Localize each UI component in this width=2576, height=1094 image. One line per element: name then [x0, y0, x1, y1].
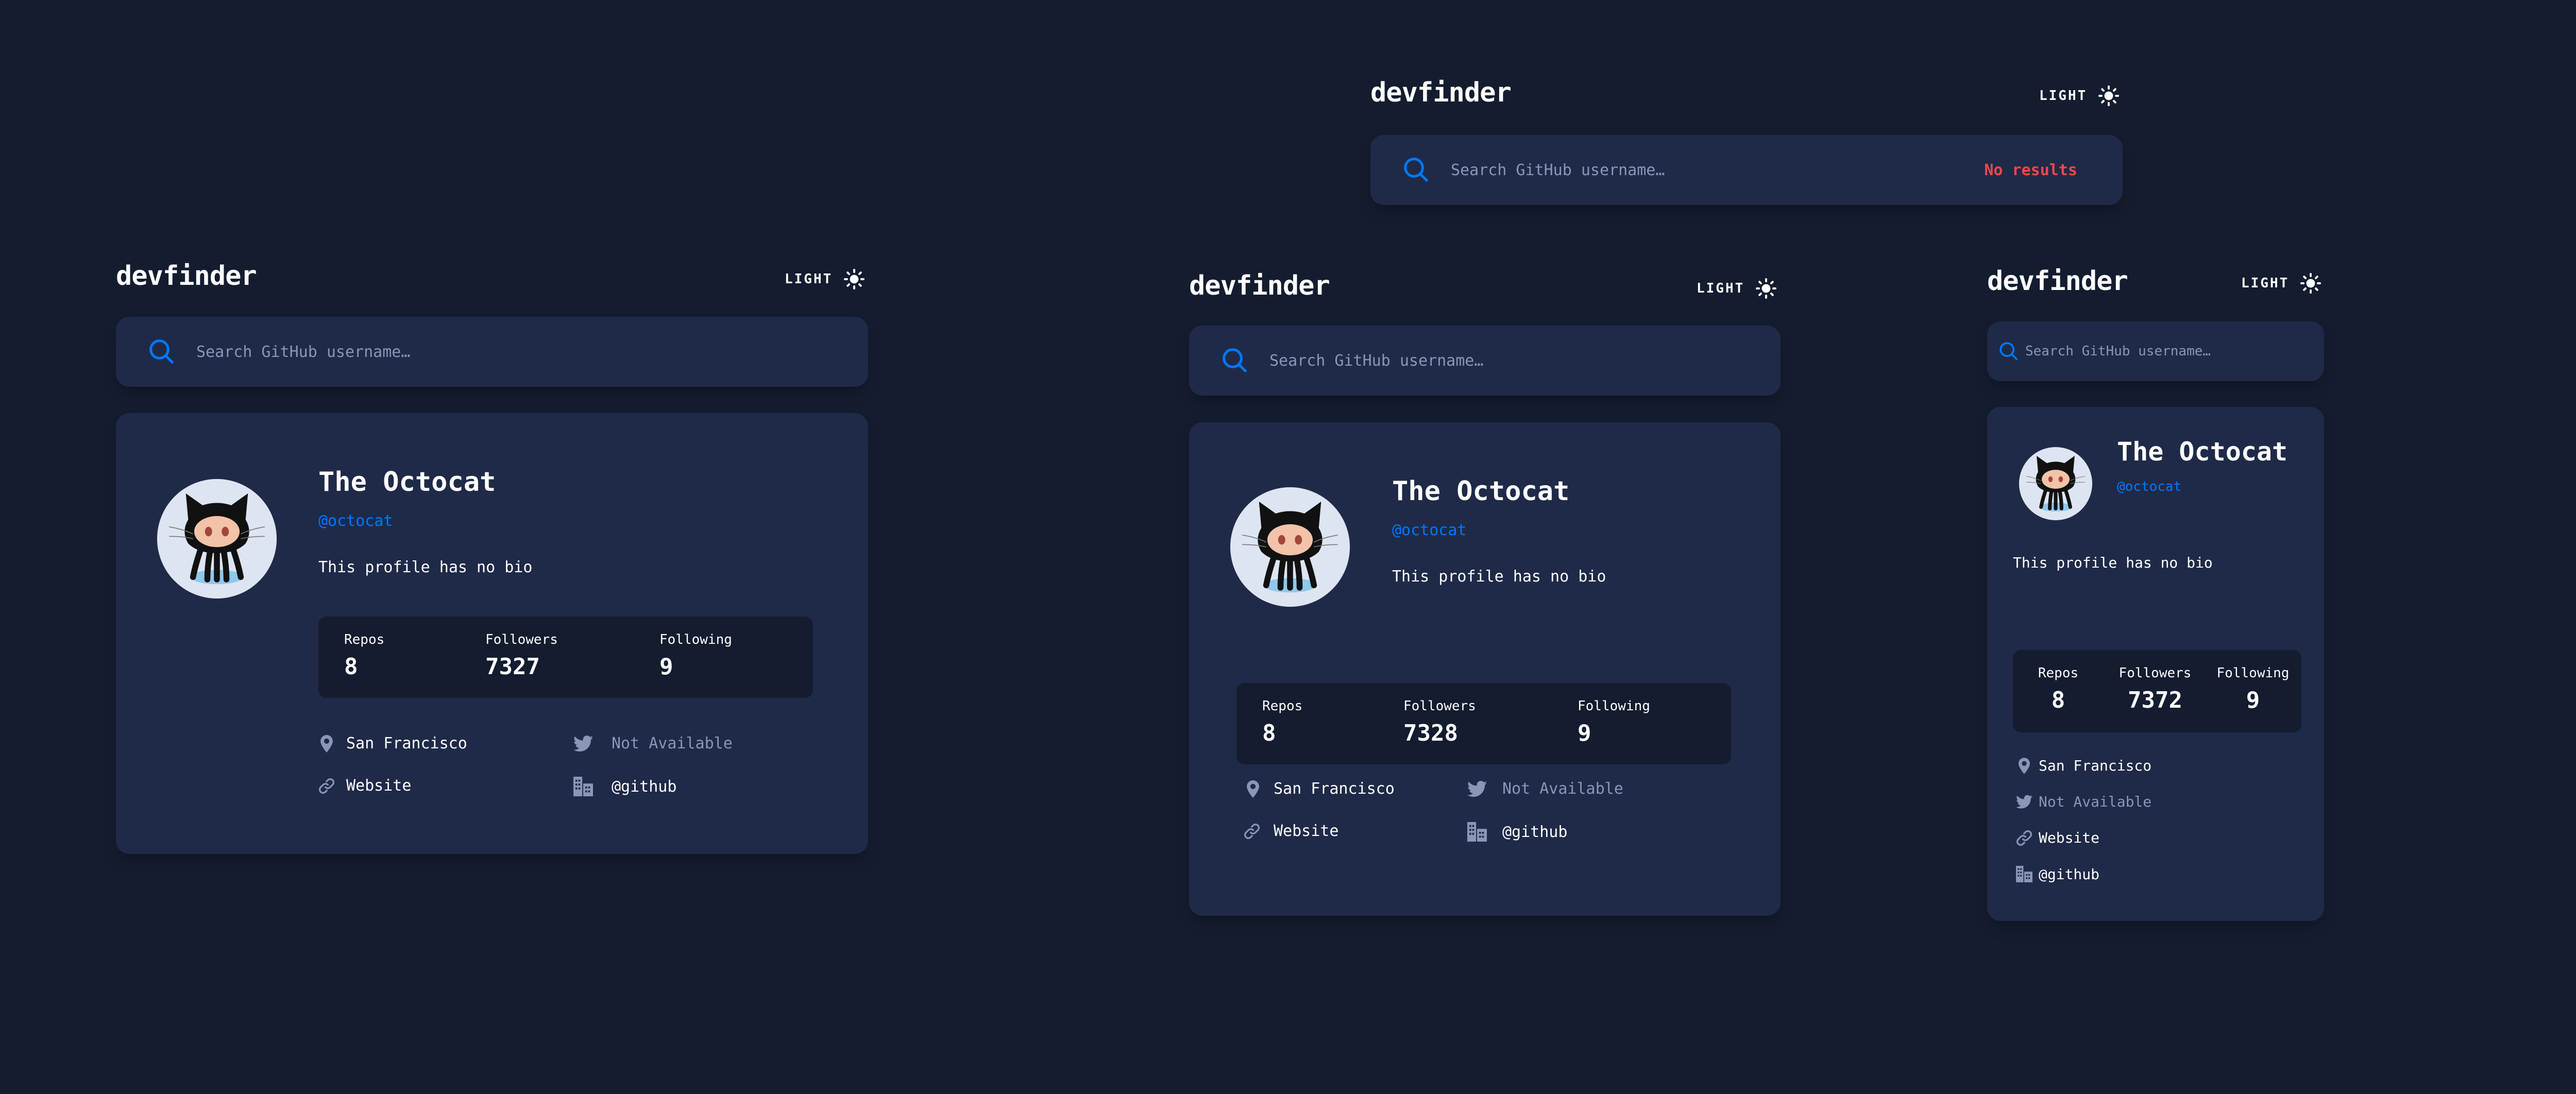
sun-icon	[844, 269, 865, 289]
profile-name: The Octocat	[2117, 437, 2288, 467]
following-label: Following	[1578, 698, 1650, 714]
search-input[interactable]: Search GitHub username…	[196, 343, 410, 361]
company-icon	[1467, 822, 1487, 842]
stats-panel: Repos 8 Followers 7327 Following 9	[318, 617, 813, 698]
search-icon	[1221, 347, 1249, 374]
theme-toggle-mobile-view[interactable]: LIGHT	[2241, 273, 2321, 294]
repos-label: Repos	[2038, 665, 2079, 681]
theme-toggle-desktop-view[interactable]: LIGHT	[785, 269, 865, 289]
link-icon	[318, 777, 335, 795]
search-icon	[1402, 156, 1430, 184]
sun-icon	[1756, 278, 1777, 299]
followers-value: 7328	[1403, 720, 1458, 746]
following-value: 9	[659, 654, 673, 680]
search-input[interactable]: Search GitHub username…	[1269, 352, 1483, 370]
profile-handle[interactable]: @octocat	[318, 512, 393, 530]
twitter-icon	[1467, 780, 1487, 797]
sun-icon	[2300, 273, 2321, 294]
theme-label: LIGHT	[1697, 281, 1745, 296]
following-label: Following	[2216, 665, 2290, 681]
company-link[interactable]: @github	[1467, 822, 1567, 842]
location-link: San Francisco	[318, 734, 467, 753]
logo-error-view: devfinder	[1370, 77, 1512, 108]
avatar	[157, 479, 277, 599]
profile-name: The Octocat	[1392, 476, 1570, 507]
stats-panel: Repos 8 Followers 7372 Following 9	[2013, 650, 2301, 732]
repos-label: Repos	[1262, 698, 1303, 714]
repos-label: Repos	[344, 632, 385, 647]
theme-label: LIGHT	[785, 271, 833, 287]
twitter-link: Not Available	[573, 734, 733, 753]
stats-panel: Repos 8 Followers 7328 Following 9	[1236, 683, 1731, 764]
logo-tablet-view: devfinder	[1189, 270, 1330, 301]
search-input[interactable]: Search GitHub username…	[1451, 161, 1984, 179]
following-label: Following	[659, 632, 732, 647]
company-link[interactable]: @github	[573, 777, 676, 796]
twitter-link: Not Available	[1467, 780, 1623, 798]
website-link[interactable]: Website	[318, 777, 411, 795]
location-link: San Francisco	[2016, 757, 2151, 774]
logo-desktop-view: devfinder	[116, 261, 257, 292]
company-link[interactable]: @github	[2016, 865, 2099, 883]
profile-bio: This profile has no bio	[1392, 568, 1606, 586]
website-link[interactable]: Website	[2016, 829, 2099, 846]
followers-label: Followers	[1403, 698, 1476, 714]
profile-card-desktop: The Octocat @octocat This profile has no…	[116, 413, 868, 854]
company-icon	[2016, 865, 2032, 883]
theme-toggle-tablet-view[interactable]: LIGHT	[1697, 278, 1777, 299]
theme-label: LIGHT	[2039, 88, 2088, 104]
search-bar-tablet-view[interactable]: Search GitHub username…	[1189, 326, 1781, 396]
link-icon	[1244, 823, 1260, 840]
twitter-link: Not Available	[2016, 793, 2151, 810]
twitter-icon	[2016, 795, 2032, 809]
location-link: San Francisco	[1245, 780, 1395, 798]
company-icon	[573, 777, 593, 796]
profile-bio: This profile has no bio	[2013, 554, 2213, 571]
following-value: 9	[1578, 720, 1591, 746]
profile-bio: This profile has no bio	[318, 558, 533, 576]
followers-value: 7327	[485, 654, 540, 680]
followers-value: 7372	[2128, 687, 2182, 713]
theme-label: LIGHT	[2241, 276, 2290, 291]
search-bar-mobile-view[interactable]: Search GitHub username…	[1987, 321, 2324, 381]
repos-value: 8	[2051, 687, 2065, 713]
theme-toggle-error-view[interactable]: LIGHT	[2039, 86, 2120, 106]
link-icon	[2016, 830, 2032, 846]
repos-value: 8	[344, 654, 358, 680]
website-link[interactable]: Website	[1244, 822, 1338, 840]
search-icon	[148, 338, 176, 366]
twitter-icon	[573, 735, 593, 752]
sun-icon	[2098, 86, 2120, 106]
search-icon	[1998, 341, 2019, 362]
profile-handle[interactable]: @octocat	[2117, 479, 2181, 494]
search-bar-error-view[interactable]: Search GitHub username… No results	[1370, 135, 2123, 205]
location-icon	[318, 734, 335, 753]
followers-label: Followers	[485, 632, 558, 647]
search-bar-desktop-view[interactable]: Search GitHub username…	[116, 317, 868, 387]
logo-mobile-view: devfinder	[1987, 266, 2128, 297]
profile-name: The Octocat	[318, 467, 496, 498]
profile-handle[interactable]: @octocat	[1392, 521, 1467, 539]
followers-label: Followers	[2119, 665, 2192, 681]
profile-card-tablet: The Octocat @octocat This profile has no…	[1189, 422, 1781, 916]
search-input[interactable]: Search GitHub username…	[2025, 344, 2211, 359]
following-value: 9	[2246, 687, 2260, 713]
location-icon	[1245, 780, 1261, 798]
no-results-message: No results	[1984, 161, 2077, 179]
profile-card-mobile: The Octocat @octocat This profile has no…	[1987, 407, 2324, 921]
avatar	[2019, 447, 2092, 520]
avatar	[1230, 487, 1350, 607]
location-icon	[2016, 757, 2032, 774]
repos-value: 8	[1262, 720, 1276, 746]
